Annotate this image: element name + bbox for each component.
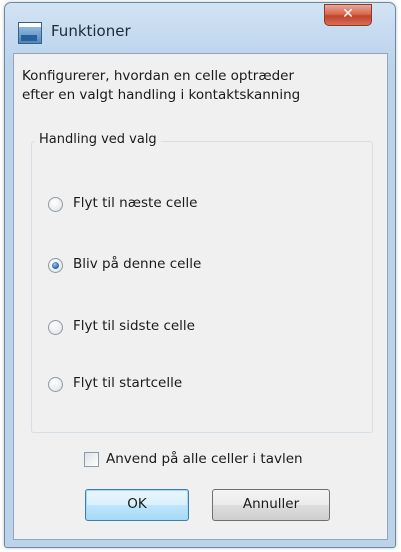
description-text: Konfigurerer, hvordan en celle optræder … xyxy=(22,67,382,105)
option-label[interactable]: Flyt til startcelle xyxy=(73,375,182,391)
cancel-button[interactable]: Annuller xyxy=(212,489,330,521)
dialog-body: Konfigurerer, hvordan en celle optræder … xyxy=(13,53,388,540)
title-bar[interactable]: Funktioner ✕ xyxy=(5,3,395,53)
radio-button-selected[interactable] xyxy=(48,258,63,273)
app-window-icon xyxy=(18,22,42,44)
option-label[interactable]: Flyt til næste celle xyxy=(73,195,197,211)
groupbox-title: Handling ved valg xyxy=(35,132,161,147)
option-label[interactable]: Flyt til sidste celle xyxy=(73,318,195,334)
radio-button[interactable] xyxy=(48,377,63,392)
description-line-2: efter en valgt handling i kontaktskannin… xyxy=(22,87,301,103)
apply-all-checkbox[interactable] xyxy=(84,452,99,467)
close-icon: ✕ xyxy=(342,6,354,22)
dialog-window: Funktioner ✕ Konfigurerer, hvordan en ce… xyxy=(4,2,396,548)
ok-button[interactable]: OK xyxy=(85,489,189,521)
radio-button[interactable] xyxy=(48,197,63,212)
apply-all-label[interactable]: Anvend på alle celler i tavlen xyxy=(106,451,303,467)
option-label[interactable]: Bliv på denne celle xyxy=(73,256,201,272)
radio-button[interactable] xyxy=(48,320,63,335)
description-line-1: Konfigurerer, hvordan en celle optræder xyxy=(22,68,295,84)
window-title: Funktioner xyxy=(51,22,131,40)
close-button[interactable]: ✕ xyxy=(324,4,372,26)
